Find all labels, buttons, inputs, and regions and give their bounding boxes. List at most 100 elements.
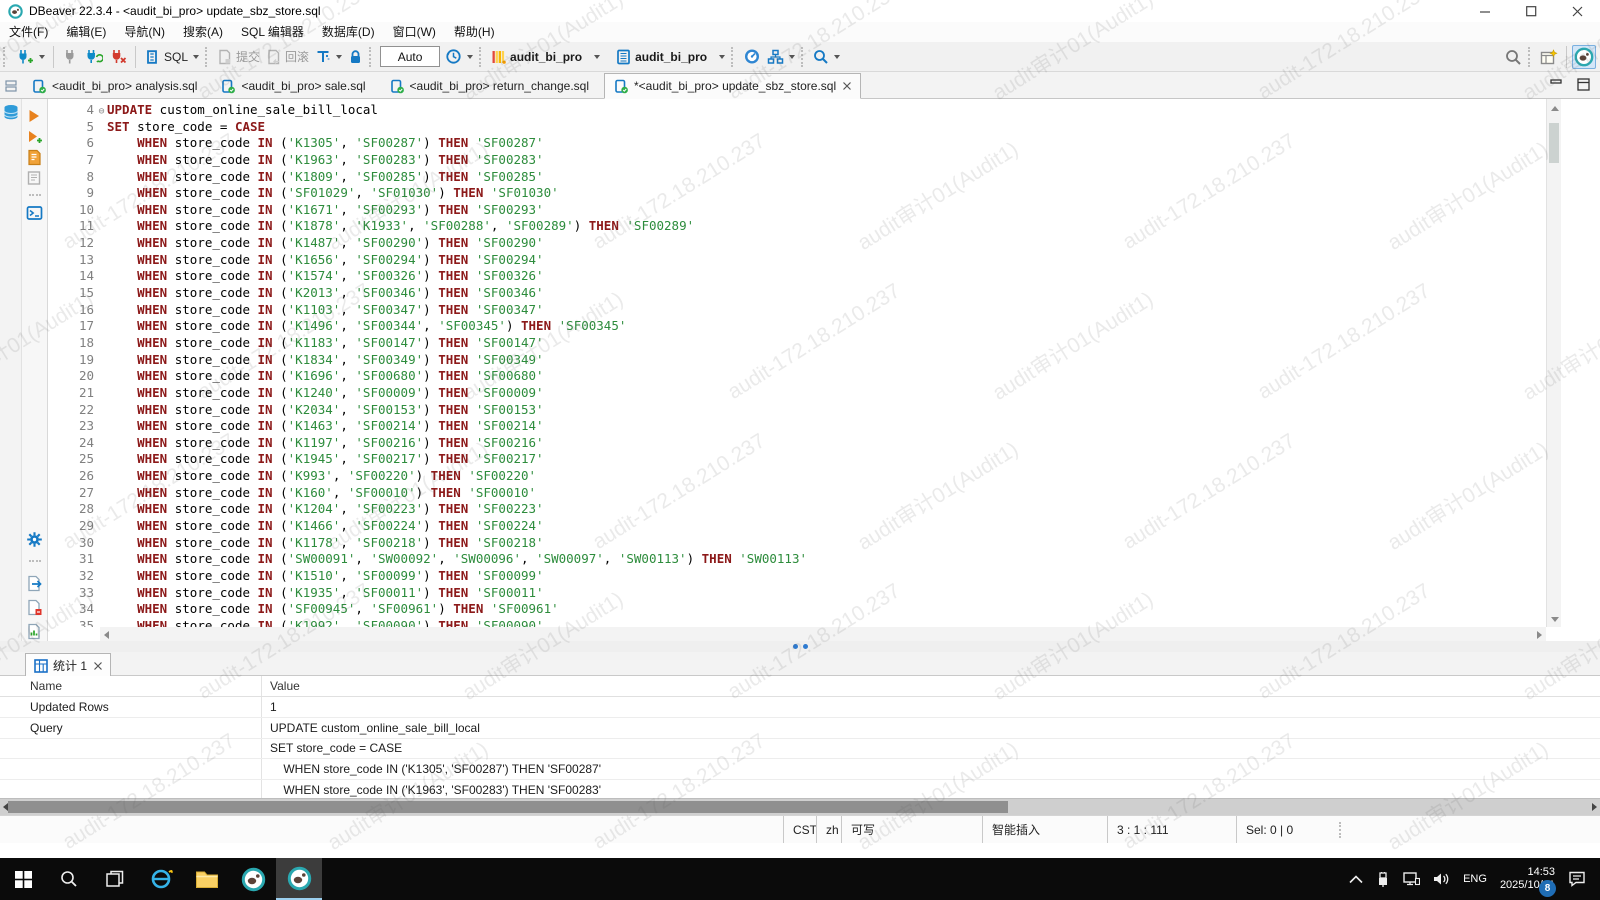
- code-line[interactable]: 27 WHEN store_code IN ('K160', 'SF00010'…: [48, 485, 1546, 502]
- commit-button[interactable]: 提交: [214, 45, 263, 69]
- taskbar-search-button[interactable]: [46, 858, 92, 900]
- restore-panel-icon[interactable]: [5, 80, 17, 92]
- scroll-left-arrow-icon[interactable]: [104, 631, 109, 639]
- settings-gear-icon[interactable]: [26, 531, 43, 548]
- code-line[interactable]: 5SET store_code = CASE: [48, 119, 1546, 136]
- code-line[interactable]: 19 WHEN store_code IN ('K1834', 'SF00349…: [48, 352, 1546, 369]
- task-view-button[interactable]: [92, 858, 138, 900]
- scrollbar-thumb[interactable]: [8, 801, 1008, 813]
- scroll-up-arrow-icon[interactable]: [1551, 106, 1559, 111]
- table-row[interactable]: WHEN store_code IN ('K1963', 'SF00283') …: [0, 780, 1600, 798]
- transaction-log-button[interactable]: [312, 45, 345, 69]
- editor-horizontal-scrollbar[interactable]: [100, 627, 1546, 641]
- editor-tab[interactable]: *<audit_bi_pro> update_sbz_store.sql: [604, 73, 861, 99]
- new-connection-button[interactable]: [12, 45, 48, 69]
- active-schema-selector[interactable]: audit_bi_pro: [613, 45, 728, 69]
- table-row[interactable]: Updated Rows1: [0, 697, 1600, 718]
- menu-item[interactable]: 数据库(D): [313, 22, 384, 42]
- internet-explorer-icon[interactable]: [138, 858, 184, 900]
- code-line[interactable]: 34 WHEN store_code IN ('SF00945', 'SF009…: [48, 601, 1546, 618]
- dbeaver-perspective-button[interactable]: [1572, 45, 1596, 69]
- close-icon[interactable]: [843, 82, 851, 90]
- quick-access-search-button[interactable]: [1502, 45, 1525, 69]
- code-line[interactable]: 24 WHEN store_code IN ('K1197', 'SF00216…: [48, 435, 1546, 452]
- code-line[interactable]: 35 WHEN store_code IN ('K1992', 'SF00090…: [48, 618, 1546, 627]
- code-line[interactable]: 14 WHEN store_code IN ('K1574', 'SF00326…: [48, 268, 1546, 285]
- code-line[interactable]: 4⊖UPDATE custom_online_sale_bill_local: [48, 102, 1546, 119]
- disconnect-all-button[interactable]: [106, 45, 130, 69]
- close-button[interactable]: [1554, 0, 1600, 22]
- save-report-icon[interactable]: [26, 599, 43, 616]
- menu-item[interactable]: 文件(F): [0, 22, 57, 42]
- sql-editor-button[interactable]: SQL: [141, 45, 202, 69]
- column-header-name[interactable]: Name: [0, 676, 262, 696]
- code-line[interactable]: 21 WHEN store_code IN ('K1240', 'SF00009…: [48, 385, 1546, 402]
- notification-count-badge[interactable]: 8: [1539, 880, 1556, 897]
- tab-statistics[interactable]: 统计 1: [25, 653, 111, 677]
- results-horizontal-scrollbar[interactable]: [0, 798, 1600, 815]
- table-row[interactable]: WHEN store_code IN ('K1305', 'SF00287') …: [0, 759, 1600, 780]
- execute-statement-icon[interactable]: [26, 108, 42, 124]
- file-explorer-icon[interactable]: [184, 858, 230, 900]
- menu-item[interactable]: 搜索(A): [174, 22, 232, 42]
- code-line[interactable]: 31 WHEN store_code IN ('SW00091', 'SW000…: [48, 551, 1546, 568]
- close-icon[interactable]: [94, 662, 102, 670]
- rollback-button[interactable]: 回滚: [263, 45, 312, 69]
- minimize-button[interactable]: [1462, 0, 1508, 22]
- code-line[interactable]: 9 WHEN store_code IN ('SF01029', 'SF0103…: [48, 185, 1546, 202]
- menu-item[interactable]: 窗口(W): [384, 22, 445, 42]
- dbeaver-app-icon[interactable]: [230, 858, 276, 900]
- notification-center-icon[interactable]: [1568, 871, 1586, 887]
- maximize-view-icon[interactable]: [1577, 78, 1590, 91]
- usb-tray-icon[interactable]: [1376, 872, 1390, 887]
- table-row[interactable]: QueryUPDATE custom_online_sale_bill_loca…: [0, 718, 1600, 739]
- menu-item[interactable]: 编辑(E): [57, 22, 115, 42]
- dashboard-button[interactable]: [740, 45, 764, 69]
- code-line[interactable]: 16 WHEN store_code IN ('K1103', 'SF00347…: [48, 302, 1546, 319]
- open-perspective-button[interactable]: [1537, 45, 1561, 69]
- scroll-right-arrow-icon[interactable]: [1592, 803, 1597, 811]
- menu-item[interactable]: 帮助(H): [445, 22, 504, 42]
- network-tray-icon[interactable]: [1403, 872, 1420, 886]
- code-line[interactable]: 32 WHEN store_code IN ('K1510', 'SF00099…: [48, 568, 1546, 585]
- toolbar-search-button[interactable]: [810, 45, 843, 69]
- code-line[interactable]: 15 WHEN store_code IN ('K2013', 'SF00346…: [48, 285, 1546, 302]
- language-indicator[interactable]: ENG: [1463, 873, 1487, 885]
- table-row[interactable]: SET store_code = CASE: [0, 739, 1600, 760]
- scroll-right-arrow-icon[interactable]: [1537, 631, 1542, 639]
- execute-new-tab-icon[interactable]: [26, 129, 43, 145]
- code-line[interactable]: 20 WHEN store_code IN ('K1696', 'SF00680…: [48, 368, 1546, 385]
- tray-expand-chevron-icon[interactable]: [1349, 875, 1363, 884]
- menu-item[interactable]: 导航(N): [115, 22, 174, 42]
- code-line[interactable]: 12 WHEN store_code IN ('K1487', 'SF00290…: [48, 235, 1546, 252]
- code-line[interactable]: 23 WHEN store_code IN ('K1463', 'SF00214…: [48, 418, 1546, 435]
- scroll-down-arrow-icon[interactable]: [1551, 617, 1559, 622]
- column-header-value[interactable]: Value: [262, 676, 1600, 696]
- editor-tab[interactable]: <audit_bi_pro> analysis.sql: [23, 74, 206, 98]
- code-line[interactable]: 13 WHEN store_code IN ('K1656', 'SF00294…: [48, 252, 1546, 269]
- scrollbar-thumb[interactable]: [1549, 123, 1559, 163]
- code-line[interactable]: 10 WHEN store_code IN ('K1671', 'SF00293…: [48, 202, 1546, 219]
- dbeaver-app-icon-active[interactable]: [276, 858, 322, 900]
- code-line[interactable]: 33 WHEN store_code IN ('K1935', 'SF00011…: [48, 585, 1546, 602]
- editor-tab[interactable]: <audit_bi_pro> sale.sql: [212, 74, 374, 98]
- code-line[interactable]: 29 WHEN store_code IN ('K1466', 'SF00224…: [48, 518, 1546, 535]
- code-line[interactable]: 17 WHEN store_code IN ('K1496', 'SF00344…: [48, 318, 1546, 335]
- sql-editor[interactable]: 4⊖UPDATE custom_online_sale_bill_local5S…: [48, 99, 1546, 627]
- maximize-button[interactable]: [1508, 0, 1554, 22]
- code-line[interactable]: 7 WHEN store_code IN ('K1963', 'SF00283'…: [48, 152, 1546, 169]
- minimize-view-icon[interactable]: [1550, 78, 1563, 91]
- terminal-icon[interactable]: [26, 205, 43, 221]
- code-line[interactable]: 28 WHEN store_code IN ('K1204', 'SF00223…: [48, 501, 1546, 518]
- transaction-mode-select[interactable]: Auto: [380, 46, 440, 67]
- code-line[interactable]: 22 WHEN store_code IN ('K2034', 'SF00153…: [48, 402, 1546, 419]
- code-line[interactable]: 6 WHEN store_code IN ('K1305', 'SF00287'…: [48, 135, 1546, 152]
- code-line[interactable]: 11 WHEN store_code IN ('K1878', 'K1933',…: [48, 218, 1546, 235]
- code-line[interactable]: 25 WHEN store_code IN ('K1945', 'SF00217…: [48, 451, 1546, 468]
- code-line[interactable]: 26 WHEN store_code IN ('K993', 'SF00220'…: [48, 468, 1546, 485]
- code-line[interactable]: 30 WHEN store_code IN ('K1178', 'SF00218…: [48, 535, 1546, 552]
- query-history-button[interactable]: [442, 45, 476, 69]
- commit-mode-button[interactable]: [764, 45, 798, 69]
- lock-button[interactable]: [345, 45, 366, 69]
- export-result-icon[interactable]: [26, 575, 43, 592]
